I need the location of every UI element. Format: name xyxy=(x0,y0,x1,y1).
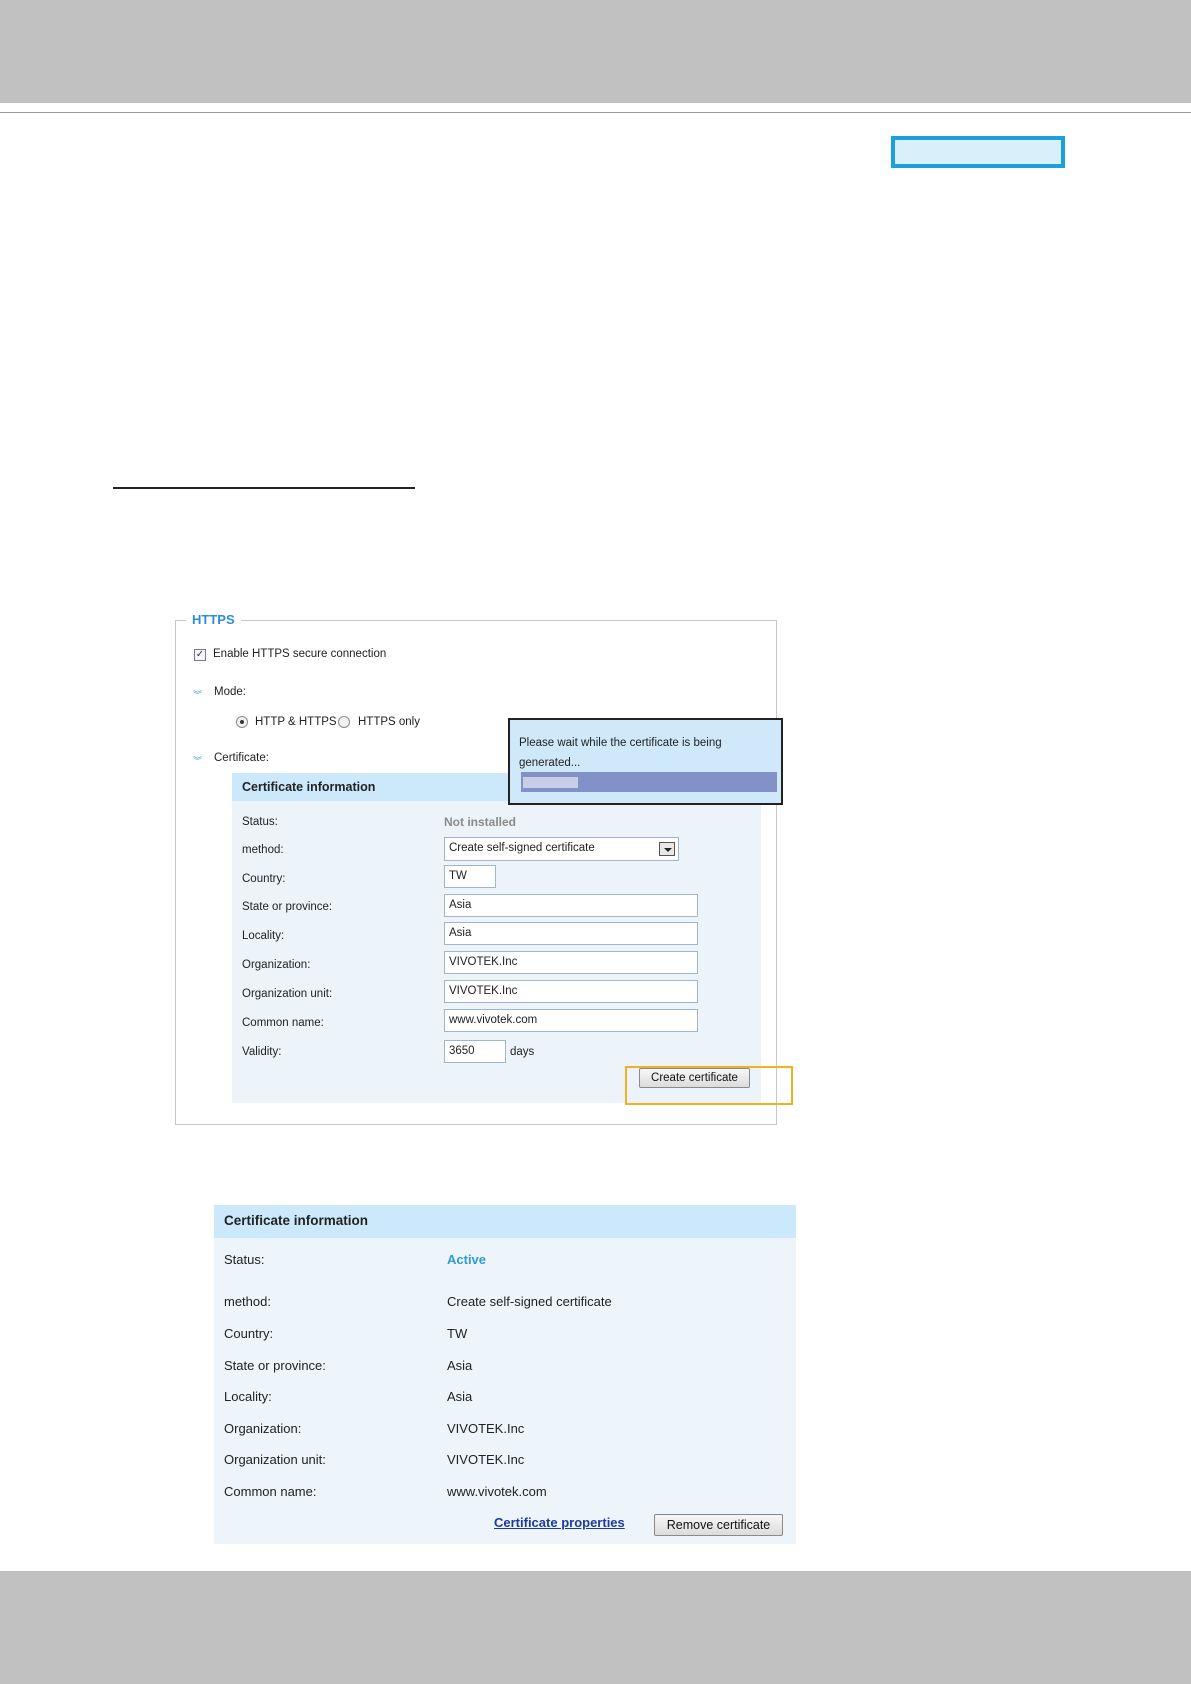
organization-input[interactable]: VIVOTEK.Inc xyxy=(444,951,698,974)
locality-input[interactable]: Asia xyxy=(444,922,698,945)
section-rule xyxy=(113,487,415,489)
method-label: method: xyxy=(242,844,284,856)
info-organization-label: Organization: xyxy=(224,1421,302,1436)
state-label: State or province: xyxy=(242,901,333,913)
info-state-label: State or province: xyxy=(224,1358,326,1373)
certificate-label: Certificate: xyxy=(214,752,269,764)
status-value: Not installed xyxy=(444,815,517,829)
info-organization-unit-value: VIVOTEK.Inc xyxy=(447,1452,525,1467)
country-label: Country: xyxy=(242,873,286,885)
footer-band xyxy=(0,1571,1191,1684)
highlight-box xyxy=(891,136,1065,168)
info-common-name-value: www.vivotek.com xyxy=(447,1484,547,1499)
method-select[interactable]: Create self-signed certificate xyxy=(444,837,679,861)
info-organization-unit-label: Organization unit: xyxy=(224,1452,326,1467)
button-highlight-box xyxy=(625,1066,793,1105)
info-state-value: Asia xyxy=(447,1358,473,1373)
locality-label: Locality: xyxy=(242,930,285,942)
mode-bullet-icon: ︾ xyxy=(193,690,202,700)
organization-label: Organization: xyxy=(242,959,311,971)
info-method-value: Create self-signed certificate xyxy=(447,1294,612,1309)
certificate-bullet-icon: ︾ xyxy=(193,756,202,766)
state-input[interactable]: Asia xyxy=(444,894,698,917)
info-status-value: Active xyxy=(447,1252,487,1267)
certificate-properties-link[interactable]: Certificate properties xyxy=(494,1515,625,1530)
progress-fill xyxy=(523,777,578,788)
certificate-form-title: Certificate information xyxy=(242,780,376,794)
enable-https-label: Enable HTTPS secure connection xyxy=(213,648,387,660)
header-divider xyxy=(0,112,1191,113)
radio-https-only-label: HTTPS only xyxy=(358,716,420,728)
dropdown-arrow-icon[interactable] xyxy=(659,842,675,856)
country-input[interactable]: TW xyxy=(444,865,496,888)
info-common-name-label: Common name: xyxy=(224,1484,317,1499)
mode-label: Mode: xyxy=(214,686,246,698)
info-locality-label: Locality: xyxy=(224,1389,272,1404)
validity-label: Validity: xyxy=(242,1046,282,1058)
info-country-label: Country: xyxy=(224,1326,274,1341)
https-legend: HTTPS xyxy=(186,612,241,627)
validity-unit: days xyxy=(510,1046,535,1058)
header-band xyxy=(0,0,1191,103)
info-locality-value: Asia xyxy=(447,1389,473,1404)
certificate-info-title: Certificate information xyxy=(224,1213,369,1228)
info-country-value: TW xyxy=(447,1326,468,1341)
common-name-label: Common name: xyxy=(242,1017,324,1029)
common-name-input[interactable]: www.vivotek.com xyxy=(444,1009,698,1032)
radio-http-https-label: HTTP & HTTPS xyxy=(255,716,337,728)
info-status-label: Status: xyxy=(224,1252,265,1267)
popup-message: Please wait while the certificate is bei… xyxy=(519,737,722,769)
radio-http-https[interactable] xyxy=(236,716,248,728)
info-organization-value: VIVOTEK.Inc xyxy=(447,1421,525,1436)
status-label: Status: xyxy=(242,816,278,828)
organization-unit-input[interactable]: VIVOTEK.Inc xyxy=(444,980,698,1003)
radio-https-only[interactable] xyxy=(338,716,350,728)
enable-https-checkbox[interactable]: ✓ xyxy=(194,649,206,661)
remove-certificate-button[interactable]: Remove certificate xyxy=(654,1514,783,1536)
method-select-value: Create self-signed certificate xyxy=(449,842,595,854)
organization-unit-label: Organization unit: xyxy=(242,988,333,1000)
validity-input[interactable]: 3650 xyxy=(444,1040,506,1063)
info-method-label: method: xyxy=(224,1294,271,1309)
